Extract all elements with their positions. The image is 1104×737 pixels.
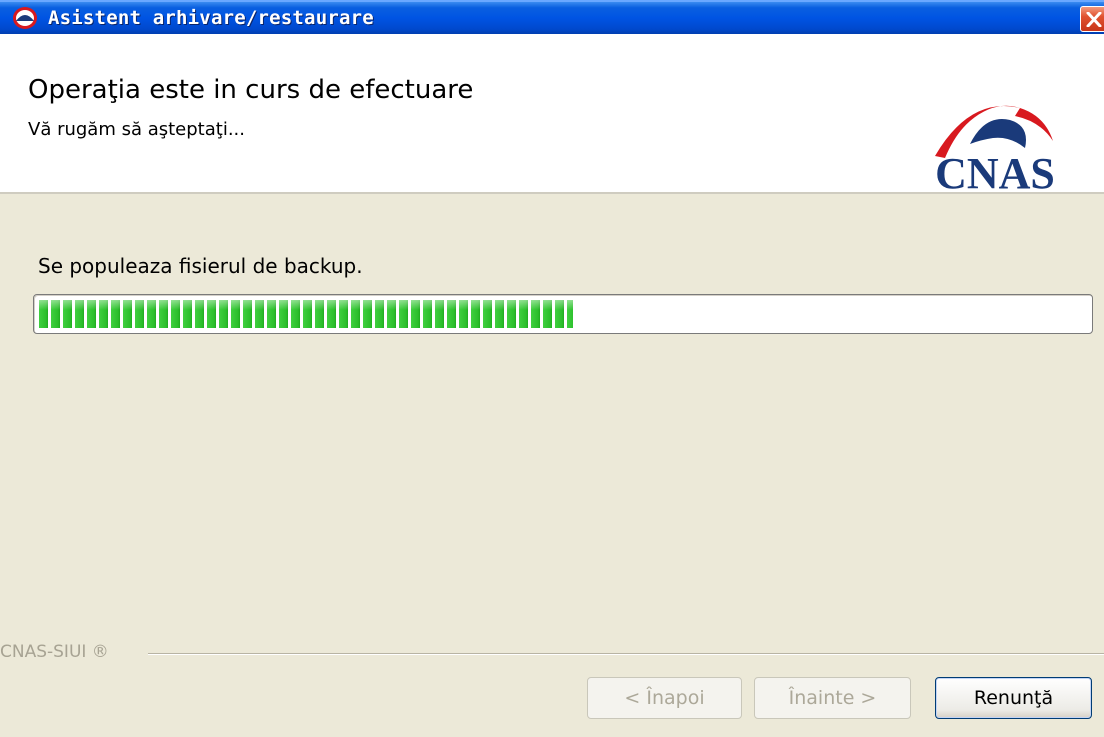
- footer-divider: [148, 653, 1104, 655]
- cancel-button[interactable]: Renunţă: [935, 677, 1092, 719]
- progress-bar: [33, 294, 1093, 334]
- wizard-header: Operaţia este in curs de efectuare Vă ru…: [0, 34, 1104, 198]
- title-bar[interactable]: Asistent arhivare/restaurare: [0, 0, 1104, 34]
- close-icon: [1086, 12, 1102, 27]
- footer-brand: CNAS-SIUI ®: [0, 642, 109, 662]
- next-button[interactable]: Înainte >: [754, 677, 911, 719]
- back-button[interactable]: < Înapoi: [587, 677, 742, 719]
- page-title: Operaţia este in curs de efectuare: [28, 75, 474, 105]
- status-text: Se populeaza fisierul de backup.: [38, 254, 363, 278]
- window-title: Asistent arhivare/restaurare: [48, 7, 374, 29]
- logo-text: CNAS: [935, 149, 1055, 198]
- app-icon: [12, 6, 38, 30]
- cnas-logo: CNAS: [935, 105, 1055, 198]
- close-button[interactable]: [1080, 6, 1104, 32]
- page-subtitle: Vă rugăm să aşteptaţi...: [28, 119, 245, 140]
- progress-fill: [39, 300, 573, 328]
